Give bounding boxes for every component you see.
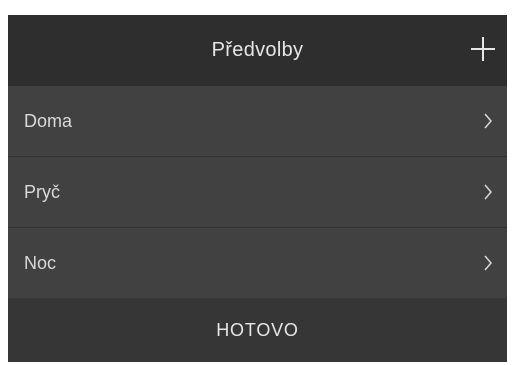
page-title: Předvolby [211,39,304,61]
preset-label: Doma [24,111,73,131]
add-preset-button[interactable] [465,31,501,67]
panel-footer: HOTOVO [8,299,507,362]
chevron-right-icon [484,184,492,200]
presets-panel: Předvolby Doma Pryč Noc HOTOVO [8,15,507,362]
done-button[interactable]: HOTOVO [8,299,507,362]
chevron-right-icon [484,113,492,129]
panel-header: Předvolby [8,15,507,86]
plus-icon [471,37,495,61]
preset-item-pryc[interactable]: Pryč [8,157,507,227]
preset-item-noc[interactable]: Noc [8,228,507,298]
preset-label: Pryč [24,182,60,202]
chevron-right-icon [484,255,492,271]
preset-label: Noc [24,253,57,273]
preset-item-doma[interactable]: Doma [8,86,507,156]
